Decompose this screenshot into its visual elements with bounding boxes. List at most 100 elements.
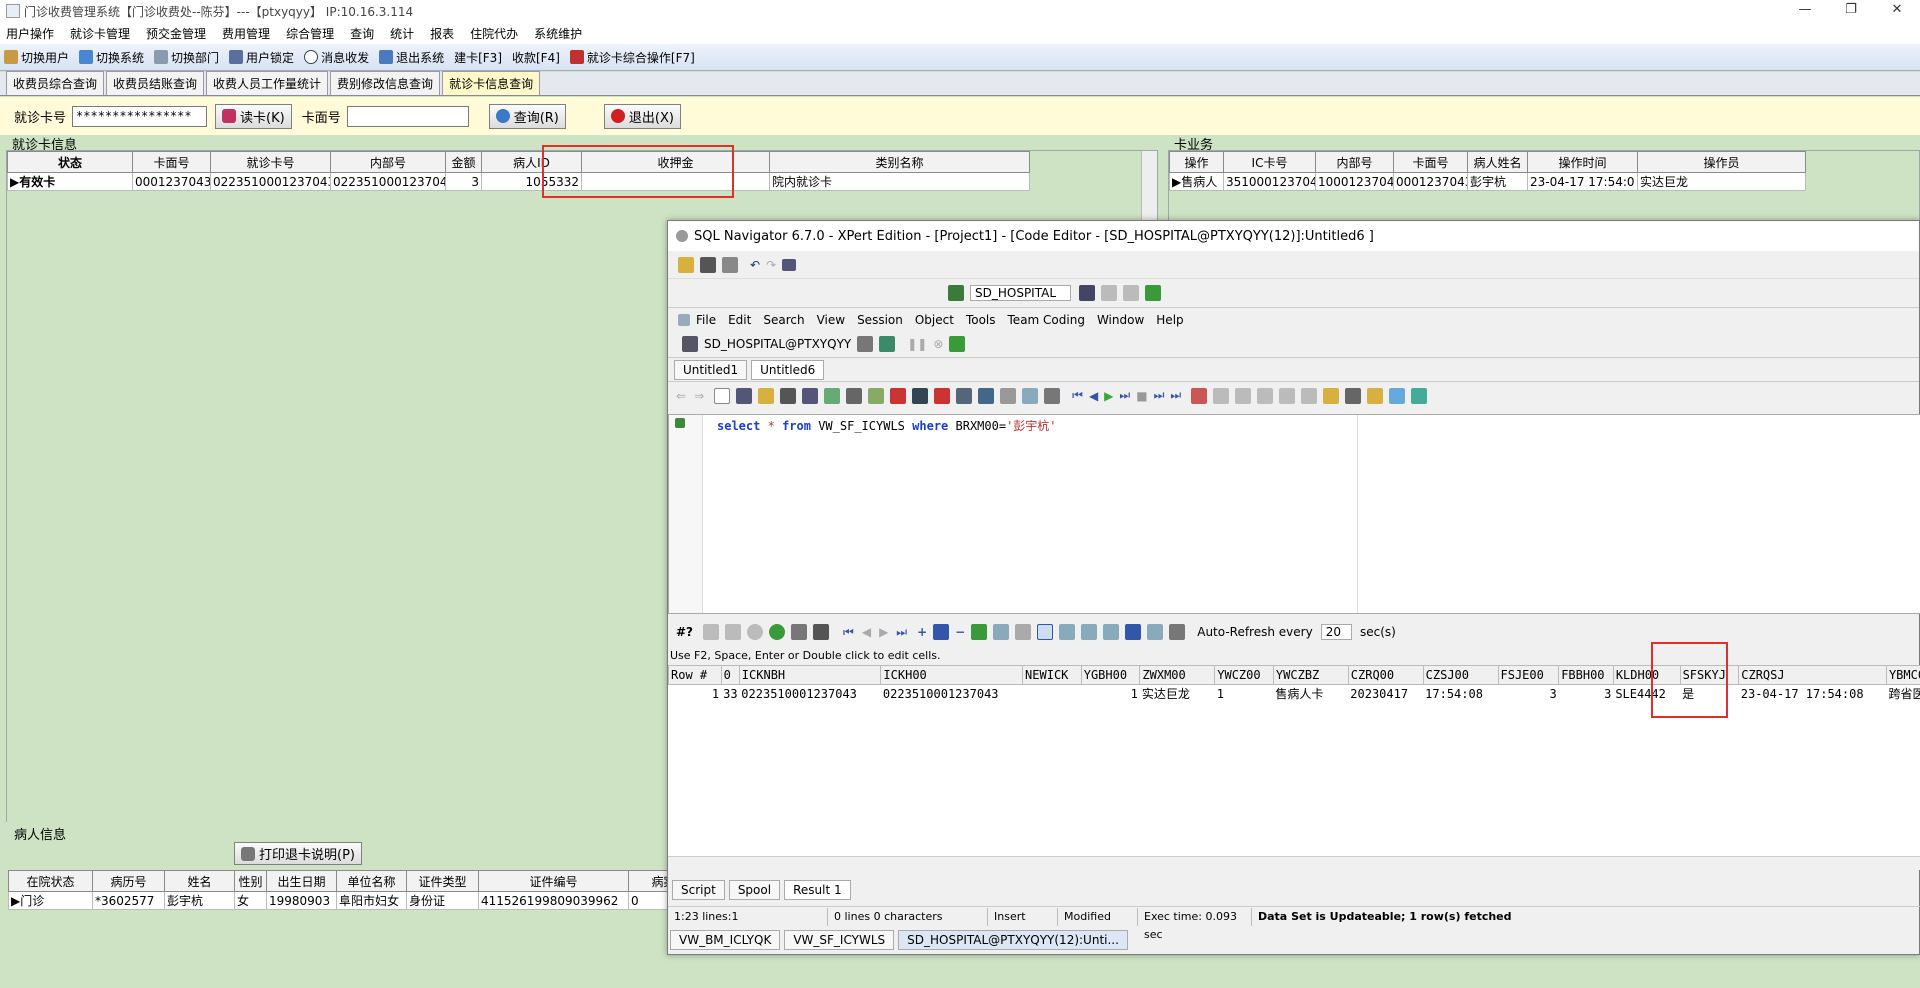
debug-icon[interactable]: [1022, 387, 1039, 404]
tab-untitled6[interactable]: Untitled6: [751, 359, 825, 380]
save2-icon[interactable]: [780, 387, 797, 404]
forward-icon[interactable]: ⇒: [694, 389, 704, 403]
cell-kldh00[interactable]: SLE4442: [1613, 685, 1680, 703]
col-icknbh[interactable]: ICKNBH: [738, 665, 882, 685]
menu-card[interactable]: 就诊卡管理: [70, 25, 130, 42]
cell-op-time[interactable]: 23-04-17 17:54:0: [1527, 172, 1638, 191]
grid-config-icon[interactable]: [1169, 624, 1186, 640]
session-tool2-icon[interactable]: [879, 336, 896, 352]
filter-icon[interactable]: [868, 387, 885, 404]
undo-icon[interactable]: ↶: [750, 258, 760, 272]
tool3-icon[interactable]: [1123, 285, 1140, 301]
cell-deposit[interactable]: [581, 172, 770, 191]
cell-czrqsj[interactable]: 23-04-17 17:54:08: [1739, 685, 1887, 703]
menu-report[interactable]: 报表: [430, 25, 454, 42]
col-workplace[interactable]: 单位名称: [336, 870, 407, 892]
session-tool-icon[interactable]: [857, 336, 874, 352]
cell-biz-internal[interactable]: 10001237043: [1315, 172, 1394, 191]
col-ybmc00[interactable]: YBMC00: [1885, 665, 1920, 685]
cell-op[interactable]: ▶售病人: [1169, 172, 1224, 191]
sqlnav-menu-window[interactable]: Window: [1097, 313, 1144, 327]
cell-category[interactable]: 院内就诊卡: [769, 172, 1030, 191]
grid-filter-icon[interactable]: [703, 624, 720, 640]
col-biz-face[interactable]: 卡面号: [1393, 151, 1468, 173]
sqlnav-menu-file[interactable]: File: [696, 313, 716, 327]
col-fbbh00[interactable]: FBBH00: [1558, 665, 1614, 685]
bookmark-icon[interactable]: [1323, 387, 1340, 404]
col-op-time[interactable]: 操作时间: [1527, 151, 1638, 173]
stop-icon[interactable]: ⊗: [933, 337, 943, 351]
cell-record-no[interactable]: *3602577: [92, 891, 165, 910]
query-button[interactable]: 查询(R): [488, 103, 566, 129]
col-id-no[interactable]: 证件编号: [478, 870, 629, 892]
grid-save-icon[interactable]: [813, 624, 830, 640]
col-category[interactable]: 类别名称: [769, 151, 1030, 173]
sqlnav-menu-object[interactable]: Object: [915, 313, 954, 327]
case-icon[interactable]: [1301, 387, 1318, 404]
col-gender[interactable]: 性别: [234, 870, 267, 892]
run-icon[interactable]: ▶: [1104, 389, 1113, 403]
col-name[interactable]: 姓名: [164, 870, 235, 892]
task-vw-sf-icywls[interactable]: VW_SF_ICYWLS: [784, 930, 895, 950]
table-row[interactable]: ▶售病人 3510001237043 10001237043 000123704…: [1169, 172, 1806, 191]
menu-user[interactable]: 用户操作: [6, 25, 54, 42]
grid-last-icon[interactable]: ⏭: [896, 625, 907, 640]
sqlnav-menu-edit[interactable]: Edit: [728, 313, 751, 327]
col-status[interactable]: 状态: [7, 151, 133, 173]
tab-script[interactable]: Script: [672, 880, 725, 900]
close-icon[interactable]: ✕: [1874, 0, 1920, 22]
switch-user-button[interactable]: 切换用户: [4, 49, 69, 66]
sqlnav-menu-view[interactable]: View: [817, 313, 845, 327]
col-birthdate[interactable]: 出生日期: [266, 870, 337, 892]
grid-remove-icon[interactable]: −: [955, 625, 965, 639]
grid-view-icon[interactable]: [1125, 624, 1142, 640]
col-kldh00[interactable]: KLDH00: [1612, 665, 1681, 685]
step-icon[interactable]: ⏭: [1119, 388, 1130, 403]
col-czrq00[interactable]: CZRQ00: [1347, 665, 1424, 685]
col-zwxm00[interactable]: ZWXM00: [1139, 665, 1216, 685]
list-icon[interactable]: [1345, 387, 1362, 404]
cell-birthdate[interactable]: 19980903: [266, 891, 337, 910]
breakpoint-icon[interactable]: [1191, 387, 1208, 404]
grid-icon[interactable]: [782, 258, 797, 271]
grid-cancel-icon[interactable]: [747, 624, 764, 640]
menu-inpatient[interactable]: 住院代办: [470, 25, 518, 42]
last-icon[interactable]: ⏭: [1170, 388, 1181, 403]
first-icon[interactable]: ⏮: [1072, 388, 1083, 403]
new-icon[interactable]: [714, 387, 731, 404]
col-operator[interactable]: 操作员: [1637, 151, 1806, 173]
face-no-input[interactable]: [346, 105, 469, 127]
session-combo[interactable]: SD_HOSPITAL@PTXYQYY: [704, 337, 851, 351]
tab-untitled1[interactable]: Untitled1: [674, 359, 748, 380]
grid-d-icon[interactable]: [1059, 624, 1076, 640]
result-hscrollbar[interactable]: [668, 856, 1920, 870]
outdent-icon[interactable]: [1235, 387, 1252, 404]
table-row[interactable]: 1 33 0223510001237043 0223510001237043 1…: [669, 685, 1920, 703]
cell-name[interactable]: 彭宇杭: [164, 891, 235, 910]
sqlnav-menu-team[interactable]: Team Coding: [1008, 313, 1085, 327]
message-button[interactable]: 消息收发: [304, 49, 369, 66]
col-ic-no[interactable]: IC卡号: [1223, 151, 1316, 173]
col-sfskyj[interactable]: SFSKYJ: [1679, 665, 1740, 685]
grid-cancel-edit-icon[interactable]: [993, 624, 1010, 640]
col-row-num[interactable]: Row #: [668, 665, 722, 685]
grid-print-icon[interactable]: [791, 624, 808, 640]
col-trunc[interactable]: 0: [720, 665, 740, 685]
col-patient-id[interactable]: 病人ID: [481, 151, 582, 173]
cell-czsj00[interactable]: 17:54:08: [1423, 685, 1498, 703]
card-ops-button[interactable]: 就诊卡综合操作[F7]: [569, 49, 695, 66]
table-row[interactable]: ▶有效卡 0001237043 0223510001237043 0223510…: [7, 172, 1030, 191]
grid-add-icon[interactable]: +: [917, 625, 927, 639]
comment-icon[interactable]: [1257, 387, 1274, 404]
collect-button[interactable]: 收款[F4]: [512, 49, 560, 66]
restore-icon[interactable]: ❐: [1828, 0, 1874, 22]
grid-filter2-icon[interactable]: [725, 624, 742, 640]
cell-patient-name[interactable]: 彭宇杭: [1467, 172, 1528, 191]
record-icon[interactable]: [934, 387, 951, 404]
cell-ywcz00[interactable]: 1: [1215, 685, 1274, 703]
grid-form-icon[interactable]: [1147, 624, 1164, 640]
cell-ywczbz[interactable]: 售病人卡: [1273, 685, 1348, 703]
cell-sfskyj[interactable]: 是: [1680, 685, 1739, 703]
tool2-icon[interactable]: [1101, 285, 1118, 301]
col-fsje00[interactable]: FSJE00: [1497, 665, 1560, 685]
